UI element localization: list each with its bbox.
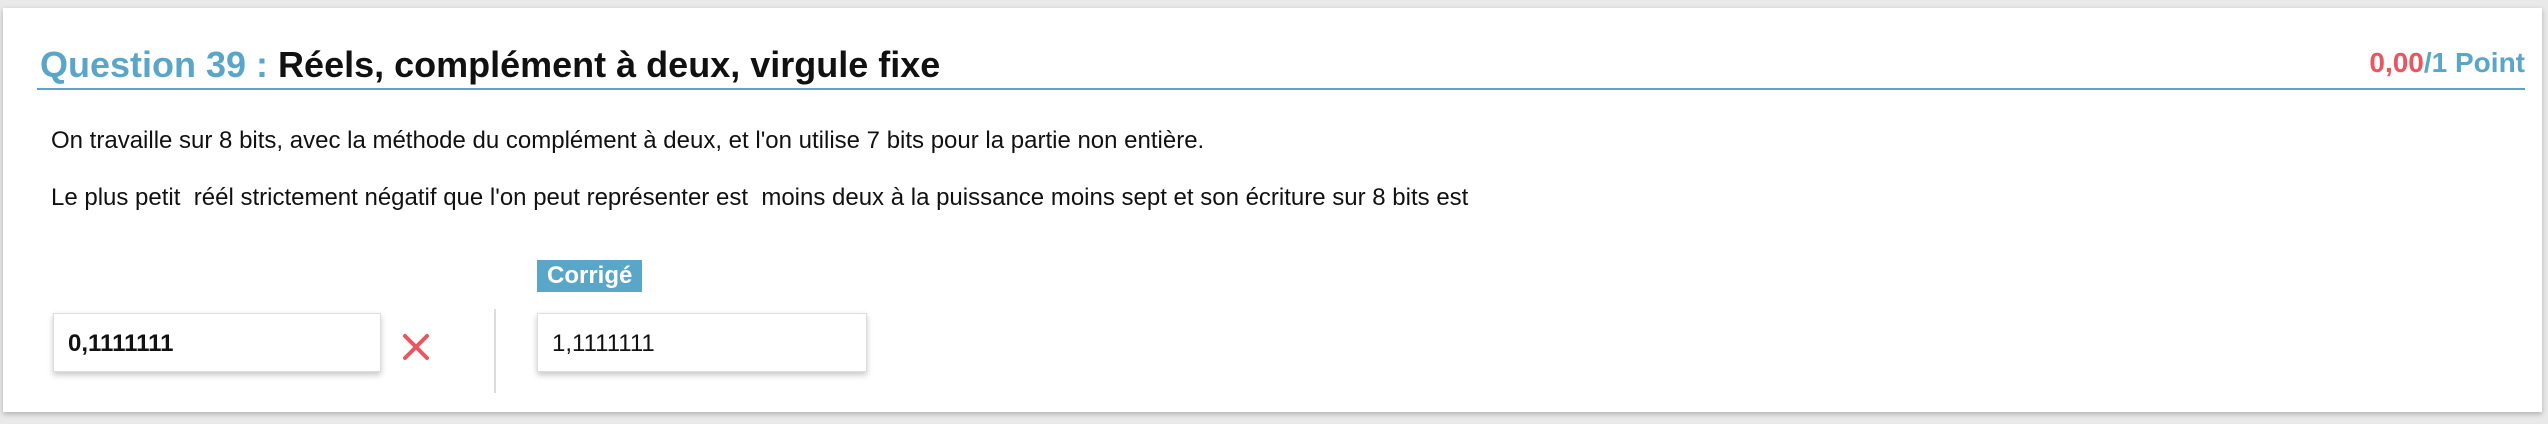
- question-number: Question 39 :: [40, 44, 279, 85]
- question-heading: Question 39 : Réels, complément à deux, …: [40, 44, 940, 86]
- cross-icon: [403, 334, 429, 360]
- score-total: /1 Point: [2423, 47, 2525, 78]
- question-header: Question 39 : Réels, complément à deux, …: [37, 28, 2525, 90]
- question-statement-1: On travaille sur 8 bits, avec la méthode…: [51, 127, 1205, 154]
- answer-divider: [494, 309, 496, 393]
- question-statement-2: Le plus petit réél strictement négatif q…: [51, 184, 1469, 211]
- question-title: Réels, complément à deux, virgule fixe: [278, 44, 941, 85]
- student-answer-field: 0,1111111: [53, 313, 381, 372]
- question-score: 0,00/1 Point: [2369, 47, 2525, 79]
- correction-answer-field: 1,1111111: [537, 313, 867, 372]
- correction-badge: Corrigé: [537, 260, 643, 292]
- score-obtained: 0,00: [2369, 47, 2424, 78]
